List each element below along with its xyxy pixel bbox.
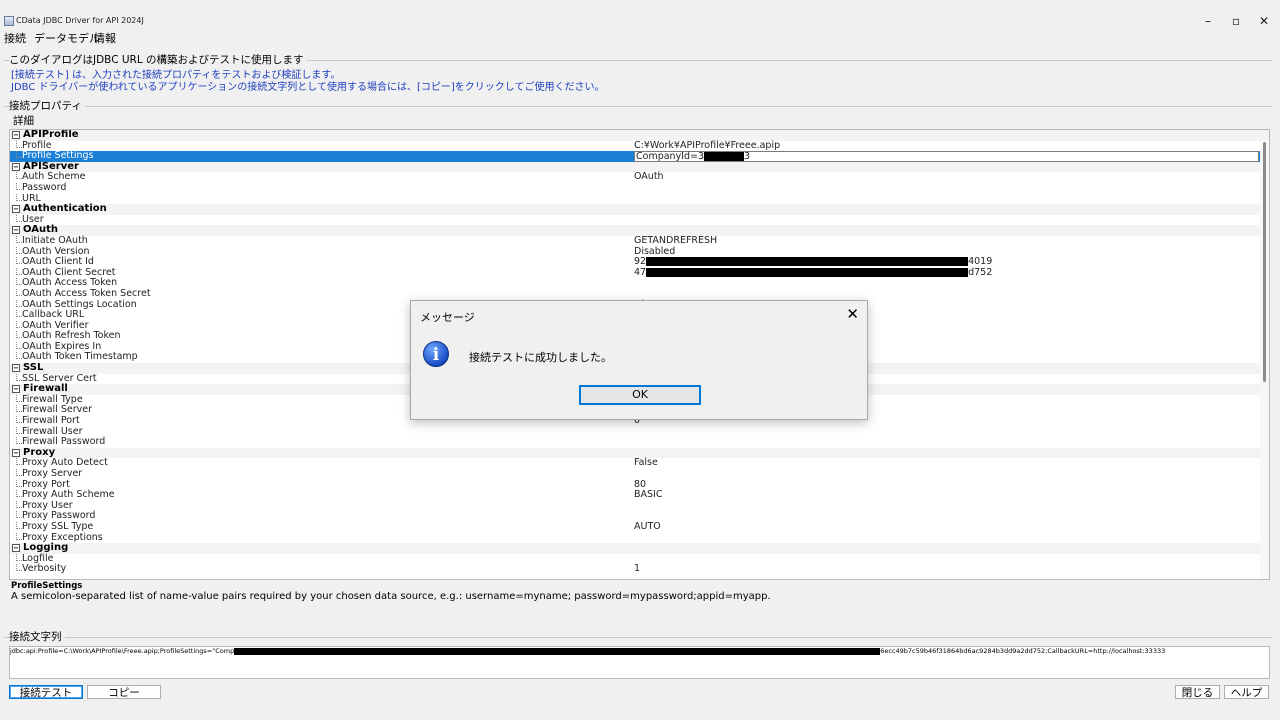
property-name: Initiate OAuth (22, 234, 88, 246)
menu-bar: 接続 データモデル 情報 (0, 30, 600, 48)
message-dialog: メッセージ ✕ i 接続テストに成功しました。 OK (410, 300, 868, 420)
property-value-tail: d752 (968, 266, 993, 278)
property-value[interactable]: 47 d752 (634, 266, 993, 279)
connection-string-field[interactable]: jdbc:api:Profile=C:\Work\APIProfile\Free… (9, 646, 1270, 679)
property-value-text: OAuth (634, 171, 664, 183)
maximize-button[interactable]: ▫ (1226, 14, 1246, 28)
collapse-icon[interactable]: − (12, 205, 20, 214)
property-value-text: AUTO (634, 520, 661, 532)
connstr-suffix: 6ecc49b7c59b46f31864bd6ac9284b3dd9a2dd75… (880, 647, 1166, 655)
grid-property-row[interactable]: Firewall User (10, 426, 1269, 438)
test-connection-button[interactable]: 接続テスト (9, 685, 83, 699)
window-title: CData JDBC Driver for API 2024J (16, 16, 144, 25)
grid-property-row[interactable]: Password (10, 181, 1269, 194)
property-value-text: False (634, 457, 658, 469)
collapse-icon[interactable]: − (12, 364, 20, 373)
property-name: Proxy SSL Type (22, 520, 94, 532)
grid-property-row[interactable]: Auth Scheme OAuth (10, 172, 1269, 183)
menu-connection[interactable]: 接続 (4, 32, 26, 46)
property-value-tail: 3 (744, 151, 751, 163)
redacted-block (234, 647, 881, 655)
grid-property-row[interactable]: URL (10, 193, 1269, 205)
property-value-text: 1 (634, 563, 641, 575)
property-value[interactable]: BASIC (634, 489, 663, 501)
collapse-icon[interactable]: − (12, 385, 20, 394)
collapse-icon[interactable]: − (12, 131, 20, 139)
property-name: Proxy Server (22, 468, 83, 479)
grid-scrollbar[interactable] (1260, 142, 1269, 579)
props-group-border (4, 106, 1272, 107)
property-value[interactable]: C:¥Work¥APIProfile¥Freee.apip (634, 139, 781, 152)
menu-info[interactable]: 情報 (94, 32, 116, 46)
property-value[interactable]: False (634, 458, 658, 469)
help-button[interactable]: ヘルプ (1224, 685, 1269, 699)
property-value-text: 80 (634, 478, 647, 490)
property-value[interactable]: OAuth (634, 172, 664, 183)
grid-property-row[interactable]: OAuth Access Token (10, 278, 1269, 289)
info-group-title: このダイアログはJDBC URL の構築およびテストに使用します (9, 54, 307, 67)
redacted-block (646, 267, 969, 277)
connstr-group-border (4, 637, 1272, 638)
property-value[interactable]: 92 4019 (634, 256, 993, 268)
property-name: Verbosity (22, 563, 67, 575)
grid-property-row[interactable]: Firewall Password (10, 437, 1269, 448)
property-value[interactable]: CompanyId=3 3 (634, 151, 1259, 162)
property-value-text: C:¥Work¥APIProfile¥Freee.apip (634, 139, 781, 151)
collapse-icon[interactable]: − (12, 544, 20, 553)
title-bar: CData JDBC Driver for API 2024J – ▫ ✕ (0, 0, 1280, 30)
info-icon: i (423, 341, 449, 367)
category-label: APIProfile (23, 129, 79, 140)
close-window-button[interactable]: ✕ (1254, 14, 1274, 28)
app-icon (4, 16, 14, 26)
menu-data-model[interactable]: データモデル (34, 32, 100, 46)
property-value-text: CompanyId=3 (636, 151, 705, 163)
property-name: OAuth Access Token Secret (22, 287, 151, 299)
dialog-close-icon[interactable]: ✕ (846, 305, 859, 323)
grid-category-row[interactable]: − Logging (10, 543, 1269, 554)
props-subtitle: 詳細 (13, 115, 34, 128)
property-value-text: GETANDREFRESH (634, 234, 718, 246)
grid-property-row[interactable]: Profile Settings CompanyId=3 3 (10, 151, 1269, 162)
info-line-2: JDBC ドライバーが使われているアプリケーションの接続文字列として使用する場合… (11, 82, 605, 93)
grid-property-row[interactable]: Proxy User (10, 500, 1269, 512)
collapse-icon[interactable]: − (12, 162, 20, 171)
grid-property-row[interactable]: Proxy Auth Scheme BASIC (10, 489, 1269, 501)
grid-category-row[interactable]: − Authentication (10, 204, 1269, 215)
redacted-block (646, 257, 969, 267)
connstr-group-title: 接続文字列 (9, 631, 65, 644)
property-name: Password (22, 181, 67, 193)
grid-property-row[interactable]: Proxy Auto Detect False (10, 458, 1269, 469)
redacted-block (704, 152, 745, 162)
description-title: ProfileSettings (11, 581, 83, 591)
dialog-title: メッセージ (420, 311, 475, 324)
ok-button[interactable]: OK (579, 385, 701, 405)
grid-property-row[interactable]: User (10, 214, 1269, 226)
grid-property-row[interactable]: OAuth Client Secret 47 d752 (10, 266, 1269, 279)
property-value-tail: 4019 (968, 256, 993, 268)
collapse-icon[interactable]: − (12, 226, 20, 235)
property-value-text: BASIC (634, 489, 663, 501)
property-value[interactable]: 1 (634, 564, 640, 575)
grid-property-row[interactable]: Verbosity 1 (10, 564, 1269, 575)
property-value-text: 92 (634, 256, 647, 268)
info-line-1: [接続テスト] は、入力された接続プロパティをテストおよび検証します。 (11, 70, 341, 81)
close-button[interactable]: 閉じる (1175, 685, 1220, 699)
property-value[interactable]: AUTO (634, 520, 661, 533)
grid-property-row[interactable]: Profile C:¥Work¥APIProfile¥Freee.apip (10, 139, 1269, 152)
props-group-title: 接続プロパティ (9, 100, 85, 113)
connstr-prefix: jdbc:api:Profile=C:\Work\APIProfile\Free… (10, 647, 235, 655)
property-value-text: Disabled (634, 245, 676, 257)
grid-scroll-thumb[interactable] (1263, 142, 1266, 382)
description-text: A semicolon-separated list of name-value… (11, 591, 771, 602)
copy-button[interactable]: コピー (87, 685, 161, 699)
minimize-button[interactable]: – (1198, 14, 1218, 28)
grid-property-row[interactable]: Proxy Exceptions (10, 532, 1269, 544)
property-value-text: 47 (634, 266, 647, 278)
dialog-message: 接続テストに成功しました。 (469, 351, 612, 364)
grid-property-row[interactable]: Proxy SSL Type AUTO (10, 520, 1269, 533)
collapse-icon[interactable]: − (12, 448, 20, 457)
